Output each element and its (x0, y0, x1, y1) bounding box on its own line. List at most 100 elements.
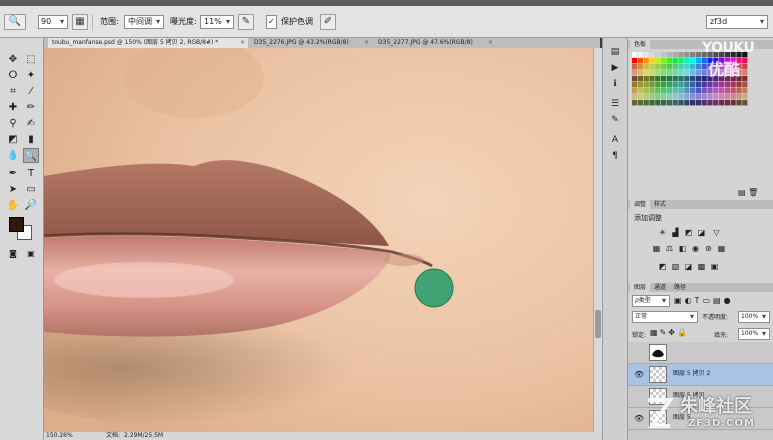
properties-icon[interactable]: ☰ (608, 98, 622, 110)
selective-color-icon[interactable]: ▣ (710, 262, 719, 271)
visibility-toggle[interactable] (634, 392, 644, 402)
history-icon[interactable]: ▤ (608, 46, 622, 58)
path-selection-tool-icon[interactable]: ➤ (5, 182, 21, 197)
lock-move-icon[interactable]: ✥ (668, 328, 677, 337)
layer-row[interactable] (628, 342, 773, 364)
levels-icon[interactable]: ▟ (671, 228, 680, 237)
trash-icon[interactable]: 🗑 (748, 188, 758, 197)
opacity-input[interactable]: 100% (738, 311, 770, 323)
exposure-adjust-icon[interactable]: ◪ (697, 228, 706, 237)
photo-filter-icon[interactable]: ◉ (691, 244, 700, 253)
visibility-toggle[interactable] (634, 348, 644, 358)
tab-toubu-manfanse[interactable]: toubu_manfanse.psd @ 150% (图层 5 拷贝 2, RG… (48, 38, 248, 48)
tab-channels[interactable]: 通道 (650, 283, 670, 292)
layer-name[interactable]: 图层 5 拷贝 2 (673, 369, 710, 379)
healing-brush-tool-icon[interactable]: ✚ (5, 100, 21, 115)
brush-tool-icon[interactable]: ✏ (23, 100, 39, 115)
zoom-tool-icon[interactable]: 🔎 (23, 198, 39, 213)
lock-all-icon[interactable]: 🔒 (677, 328, 689, 337)
new-swatch-icon[interactable]: ▤ (738, 188, 746, 197)
vibrance-icon[interactable]: ▽ (712, 228, 721, 237)
brush-panel-toggle-button[interactable]: ▦ (72, 14, 88, 30)
blur-tool-icon[interactable]: 💧 (5, 148, 21, 163)
color-balance-icon[interactable]: ⚖ (665, 244, 674, 253)
layer-row-selected[interactable]: 👁 图层 5 拷贝 2 (628, 364, 773, 386)
history-brush-tool-icon[interactable]: ✍ (23, 116, 39, 131)
tab-styles[interactable]: 样式 (650, 200, 670, 209)
zoom-readout[interactable]: 150.26% (46, 432, 73, 440)
brightness-contrast-icon[interactable]: ☀ (658, 228, 667, 237)
foreground-color-swatch[interactable] (9, 217, 24, 232)
blend-mode-select[interactable]: 正常 (632, 311, 698, 323)
eye-icon[interactable]: 👁 (634, 414, 644, 424)
curves-icon[interactable]: ◩ (684, 228, 693, 237)
airbrush-icon[interactable]: ✎ (238, 14, 254, 30)
zf3d-url-watermark: ZF3D.COM (688, 418, 755, 429)
tool-preset-picker[interactable]: 🔍 (4, 14, 26, 30)
gradient-tool-icon[interactable]: ▮ (23, 132, 39, 147)
close-icon[interactable]: × (364, 38, 369, 48)
vertical-scrollbar[interactable] (593, 48, 602, 432)
swatch-cell (695, 64, 701, 70)
close-icon[interactable]: × (488, 38, 493, 48)
tab-layers[interactable]: 图层 (630, 283, 651, 292)
swatch-cell (690, 58, 696, 64)
invert-icon[interactable]: ◩ (658, 262, 667, 271)
brush-presets-icon[interactable]: ✎ (608, 114, 622, 126)
protect-tones-checkbox[interactable]: ✓ (266, 15, 277, 29)
filter-adjust-icon[interactable]: ◐ (685, 296, 695, 305)
brush-size-picker[interactable]: 90 (38, 15, 68, 29)
gradient-map-icon[interactable]: ▩ (697, 262, 706, 271)
tab-adjustments[interactable]: 调整 (630, 200, 651, 209)
marquee-tool-icon[interactable]: ⬚ (23, 52, 39, 67)
pressure-size-icon[interactable]: ✐ (320, 14, 336, 30)
eraser-tool-icon[interactable]: ◩ (5, 132, 21, 147)
shape-tool-icon[interactable]: ▭ (23, 182, 39, 197)
tab-paths[interactable]: 路径 (670, 283, 690, 292)
swatch-cell (632, 64, 638, 70)
black-white-icon[interactable]: ◧ (678, 244, 687, 253)
filter-shape-icon[interactable]: ▭ (702, 296, 713, 305)
workspace-switcher[interactable]: zf3d (706, 15, 768, 29)
crop-tool-icon[interactable]: ⌗ (5, 84, 21, 99)
hand-tool-icon[interactable]: ✋ (5, 198, 21, 213)
close-icon[interactable]: × (240, 38, 245, 48)
eye-icon[interactable]: 👁 (634, 370, 644, 380)
threshold-icon[interactable]: ◪ (684, 262, 693, 271)
fill-input[interactable]: 100% (738, 328, 770, 340)
dodge-tool-icon[interactable]: 🔍 (23, 148, 39, 163)
quick-selection-tool-icon[interactable]: ✦ (23, 68, 39, 83)
clone-stamp-tool-icon[interactable]: ⚲ (5, 116, 21, 131)
exposure-input[interactable]: 11% (200, 15, 234, 29)
quick-mask-icon[interactable]: ◙ (5, 246, 21, 261)
actions-icon[interactable]: ▶ (608, 62, 622, 74)
channel-mixer-icon[interactable]: ⊛ (704, 244, 713, 253)
paragraph-icon[interactable]: ¶ (608, 150, 622, 162)
lock-transparent-icon[interactable]: ▦ (650, 328, 660, 337)
scrollbar-thumb[interactable] (595, 310, 601, 338)
eyedropper-tool-icon[interactable]: ⁄ (23, 84, 39, 99)
swatch-cell (655, 82, 661, 88)
filter-smart-icon[interactable]: ▤ (713, 296, 724, 305)
hue-saturation-icon[interactable]: ▦ (652, 244, 661, 253)
filter-toggle-icon[interactable]: ● (724, 296, 734, 305)
move-tool-icon[interactable]: ✥ (5, 52, 21, 67)
tab-d35-2276[interactable]: D35_2276.JPG @ 43.2%(RGB/8) × (250, 38, 372, 48)
swatch-cell (684, 64, 690, 70)
lasso-tool-icon[interactable]: ⵔ (5, 68, 21, 83)
layer-filter-select[interactable]: ρ类型 (632, 295, 670, 307)
character-icon[interactable]: A (608, 134, 622, 146)
tab-d35-2277[interactable]: D35_2277.JPG @ 47.6%(RGB/8) × (374, 38, 496, 48)
tab-swatches[interactable]: 色板 (630, 40, 651, 49)
document-canvas[interactable] (44, 48, 593, 432)
range-select[interactable]: 中间调 (124, 15, 164, 29)
type-tool-icon[interactable]: T (23, 166, 39, 181)
swatch-cell (724, 88, 730, 94)
info-icon[interactable]: ℹ (608, 78, 622, 90)
lock-paint-icon[interactable]: ✎ (660, 328, 669, 337)
screen-mode-icon[interactable]: ▣ (23, 246, 39, 261)
color-lookup-icon[interactable]: ▦ (717, 244, 726, 253)
pen-tool-icon[interactable]: ✒ (5, 166, 21, 181)
filter-pixel-icon[interactable]: ▣ (674, 296, 685, 305)
posterize-icon[interactable]: ▧ (671, 262, 680, 271)
